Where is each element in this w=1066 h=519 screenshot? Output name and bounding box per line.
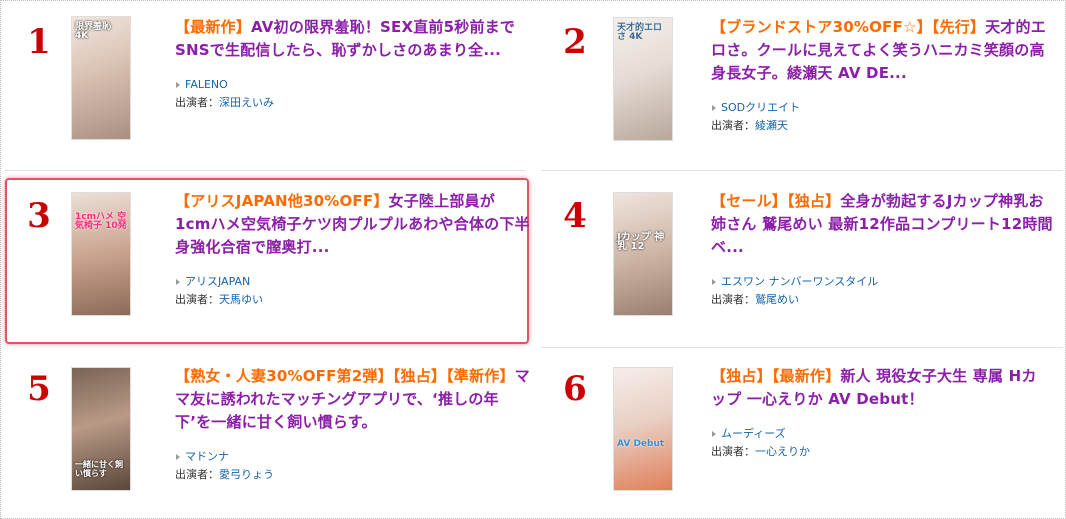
maker-link[interactable]: マドンナ: [175, 448, 530, 466]
product-thumbnail[interactable]: 天才的エロさ 4K: [613, 17, 673, 141]
product-thumbnail[interactable]: 限界羞恥 4K: [71, 16, 131, 140]
tag: 【先行】: [931, 18, 986, 36]
divider: [541, 170, 1063, 171]
maker-link[interactable]: SODクリエイト: [711, 99, 1051, 117]
ranking-item[interactable]: 4 Jカップ 神乳 12 【セール】【独占】全身が勃起するJカップ神乳お姉さん …: [541, 180, 1064, 340]
triangle-bullet-icon: [176, 453, 180, 460]
actor-link[interactable]: 天馬ゆい: [219, 293, 263, 306]
triangle-bullet-icon: [712, 430, 716, 437]
tag: 【ブランドストア30%OFF☆】: [711, 18, 932, 36]
actor-line: 出演者：鷲尾めい: [711, 293, 799, 306]
rank-number: 2: [563, 22, 587, 62]
tag: 【最新作】: [175, 18, 252, 36]
tag: 【独占】: [787, 192, 841, 210]
divider: [5, 170, 525, 171]
thumbnail-caption: 1cmハメ 空気椅子 10発: [75, 212, 127, 231]
triangle-bullet-icon: [712, 104, 716, 111]
tag: 【最新作】: [771, 367, 841, 385]
ranking-item[interactable]: 1 限界羞恥 4K 【最新作】AV初の限界羞恥！SEX直前5秒前までSNSで生配…: [5, 10, 528, 170]
product-thumbnail[interactable]: AV Debut: [613, 367, 673, 491]
tag: 【独占】: [392, 367, 447, 385]
product-title-link[interactable]: 【独占】【最新作】新人 現役女子大生 専属 Hカップ 一心えりか AV Debu…: [711, 365, 1051, 411]
tag: 【アリスJAPAN他30%OFF】: [175, 192, 389, 210]
thumbnail-caption: 一緒に甘く飼い慣らす: [75, 460, 123, 478]
maker-link[interactable]: ムーディーズ: [711, 425, 1051, 443]
actor-line: 出演者：天馬ゆい: [175, 293, 263, 306]
actor-link[interactable]: 愛弓りょう: [219, 468, 274, 481]
rank-number: 4: [563, 196, 587, 236]
triangle-bullet-icon: [712, 278, 716, 285]
product-thumbnail[interactable]: 一緒に甘く飼い慣らす: [71, 367, 131, 491]
actor-link[interactable]: 深田えいみ: [219, 96, 274, 109]
tag: 【準新作】: [446, 367, 515, 385]
product-title-link[interactable]: 【ブランドストア30%OFF☆】【先行】天才的エロさ。クールに見えてよく笑うハニ…: [711, 16, 1051, 85]
triangle-bullet-icon: [176, 278, 180, 285]
actor-line: 出演者：一心えりか: [711, 445, 810, 458]
maker-link[interactable]: アリスJAPAN: [175, 273, 530, 291]
actor-line: 出演者：深田えいみ: [175, 96, 274, 109]
product-thumbnail[interactable]: Jカップ 神乳 12: [613, 192, 673, 316]
rank-number: 1: [27, 22, 51, 62]
tag: 【セール】: [711, 192, 788, 210]
actor-line: 出演者：綾瀬天: [711, 119, 788, 132]
ranking-item[interactable]: 2 天才的エロさ 4K 【ブランドストア30%OFF☆】【先行】天才的エロさ。ク…: [541, 10, 1064, 170]
ranking-item[interactable]: 3 1cmハメ 空気椅子 10発 【アリスJAPAN他30%OFF】女子陸上部員…: [5, 180, 530, 340]
product-title-link[interactable]: 【熟女・人妻30%OFF第2弾】【独占】【準新作】ママ友に誘われたマッチングアプ…: [175, 365, 530, 434]
product-title-link[interactable]: 【セール】【独占】全身が勃起するJカップ神乳お姉さん 鷲尾めい 最新12作品コン…: [711, 190, 1056, 259]
rank-number: 5: [27, 369, 51, 409]
ranking-item[interactable]: 6 AV Debut 【独占】【最新作】新人 現役女子大生 専属 Hカップ 一心…: [541, 355, 1064, 515]
thumbnail-caption: Jカップ 神乳 12: [617, 232, 665, 252]
thumbnail-caption: 限界羞恥 4K: [75, 22, 112, 41]
maker-link[interactable]: エスワン ナンバーワンスタイル: [711, 273, 1056, 291]
rank-number: 3: [27, 196, 51, 236]
product-title-link[interactable]: 【アリスJAPAN他30%OFF】女子陸上部員が1cmハメ空気椅子ケツ肉プルプル…: [175, 190, 530, 259]
actor-line: 出演者：愛弓りょう: [175, 468, 274, 481]
actor-link[interactable]: 一心えりか: [755, 445, 810, 458]
actor-link[interactable]: 鷲尾めい: [755, 293, 799, 306]
thumbnail-caption: AV Debut: [617, 439, 665, 449]
rank-number: 6: [563, 369, 587, 409]
actor-link[interactable]: 綾瀬天: [755, 119, 788, 132]
triangle-bullet-icon: [176, 81, 180, 88]
tag: 【熟女・人妻30%OFF第2弾】: [175, 367, 393, 385]
maker-link[interactable]: FALENO: [175, 76, 530, 94]
divider: [541, 347, 1063, 348]
thumbnail-caption: 天才的エロさ 4K: [617, 23, 663, 42]
product-title-link[interactable]: 【最新作】AV初の限界羞恥！SEX直前5秒前までSNSで生配信したら、恥ずかしさ…: [175, 16, 530, 62]
ranking-item[interactable]: 5 一緒に甘く飼い慣らす 【熟女・人妻30%OFF第2弾】【独占】【準新作】ママ…: [5, 355, 530, 515]
tag: 【独占】: [711, 367, 772, 385]
product-thumbnail[interactable]: 1cmハメ 空気椅子 10発: [71, 192, 131, 316]
